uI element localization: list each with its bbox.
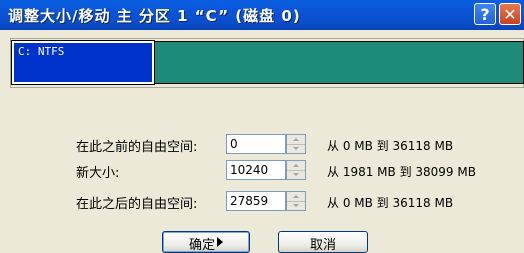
new-size-input[interactable] [226, 160, 286, 180]
cancel-button[interactable]: 取消 [278, 231, 368, 253]
help-button[interactable]: ? [474, 3, 496, 25]
free-space-before-spinner[interactable] [226, 134, 306, 154]
close-button[interactable]: ✕ [499, 3, 521, 25]
partition-free-space-block[interactable] [154, 41, 524, 84]
new-size-label: 新大小: [76, 166, 120, 181]
spin-down-icon[interactable] [287, 201, 305, 210]
free-space-before-label: 在此之前的自由空间: [76, 140, 198, 155]
partition-used-block[interactable]: C: NTFS [11, 40, 155, 85]
new-size-arrows[interactable] [286, 160, 306, 180]
close-icon: ✕ [503, 4, 517, 24]
free-space-after-label: 在此之后的自由空间: [76, 197, 198, 212]
free-space-after-arrows[interactable] [286, 191, 306, 211]
free-space-after-range: 从 0 MB 到 36118 MB [327, 196, 454, 210]
free-space-before-range: 从 0 MB 到 36118 MB [327, 139, 454, 153]
new-size-range: 从 1981 MB 到 38099 MB [327, 165, 476, 179]
title-bar[interactable]: 调整大小/移动 主 分区 1 “C” (磁盘 0) ? ✕ [0, 0, 524, 30]
ok-button[interactable]: 确定 [162, 231, 250, 253]
free-space-after-input[interactable] [226, 191, 286, 211]
free-space-after-spinner[interactable] [226, 191, 306, 211]
window-title: 调整大小/移动 主 分区 1 “C” (磁盘 0) [8, 7, 301, 25]
help-icon: ? [480, 4, 490, 24]
partition-label: C: NTFS [18, 45, 65, 58]
free-space-before-input[interactable] [226, 134, 286, 154]
spin-down-icon[interactable] [287, 144, 305, 153]
ok-button-label: 确定 [188, 238, 215, 253]
spin-down-icon[interactable] [287, 170, 305, 179]
cancel-button-label: 取消 [309, 238, 336, 253]
mouse-cursor-icon [217, 237, 223, 247]
free-space-before-arrows[interactable] [286, 134, 306, 154]
new-size-spinner[interactable] [226, 160, 306, 180]
